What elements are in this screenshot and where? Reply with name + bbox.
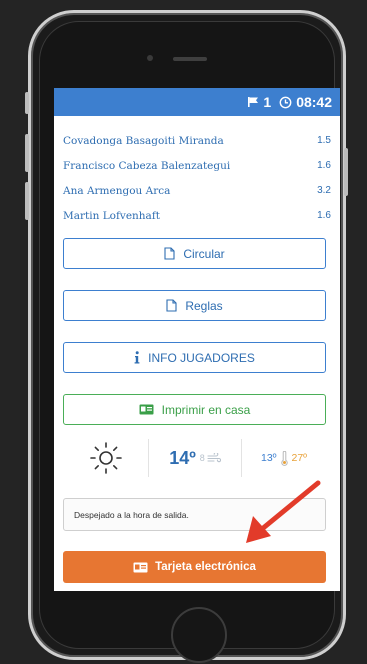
weather-panel: 14º 8 13º 27º bbox=[63, 433, 326, 483]
player-handicap: 1.6 bbox=[317, 160, 331, 171]
player-list: Covadonga Basagoiti Miranda 1.5 Francisc… bbox=[54, 116, 340, 228]
player-name: Ana Armengou Arca bbox=[63, 184, 171, 197]
speaker bbox=[173, 57, 207, 61]
info-jugadores-label: INFO JUGADORES bbox=[148, 350, 255, 365]
imprimir-en-casa-button[interactable]: Imprimir en casa bbox=[63, 394, 326, 425]
player-handicap: 1.5 bbox=[317, 135, 331, 146]
clock-time: 08:42 bbox=[296, 94, 332, 110]
sun-icon bbox=[89, 442, 122, 474]
temperature: 14º bbox=[169, 447, 196, 468]
home-button[interactable] bbox=[171, 607, 227, 663]
player-name: Martin Lofvenhaft bbox=[63, 209, 160, 222]
tarjeta-electronica-label: Tarjeta electrónica bbox=[155, 561, 256, 573]
document-icon bbox=[164, 247, 175, 260]
power-button bbox=[344, 148, 348, 196]
id-card-icon bbox=[133, 562, 148, 572]
player-name: Covadonga Basagoiti Miranda bbox=[63, 134, 224, 147]
tarjeta-electronica-button[interactable]: Tarjeta electrónica bbox=[63, 551, 326, 583]
status-bar: 1 08:42 bbox=[54, 88, 340, 116]
player-name: Francisco Cabeza Balenzategui bbox=[63, 159, 231, 172]
player-handicap: 3.2 bbox=[317, 185, 331, 196]
list-item[interactable]: Francisco Cabeza Balenzategui 1.6 bbox=[63, 153, 331, 178]
info-icon bbox=[134, 351, 140, 364]
weather-condition bbox=[63, 433, 148, 483]
camera bbox=[147, 55, 153, 61]
weather-description: Despejado a la hora de salida. bbox=[63, 498, 326, 531]
weather-range: 13º 27º bbox=[242, 433, 326, 483]
thermometer-icon bbox=[280, 450, 288, 466]
id-card-icon bbox=[139, 404, 154, 415]
player-handicap: 1.6 bbox=[317, 210, 331, 221]
clock-icon bbox=[279, 96, 292, 108]
imprimir-en-casa-label: Imprimir en casa bbox=[161, 402, 251, 417]
wind-speed: 8 bbox=[199, 453, 205, 463]
list-item[interactable]: Martin Lofvenhaft 1.6 bbox=[63, 203, 331, 228]
document-icon bbox=[166, 299, 177, 312]
volume-up-button bbox=[25, 92, 29, 114]
temperature-max: 27º bbox=[291, 452, 308, 464]
app-screen: 1 08:42 Covadonga Basagoiti Miranda 1.5 … bbox=[54, 88, 340, 591]
reglas-button[interactable]: Reglas bbox=[63, 290, 326, 321]
list-item[interactable]: Covadonga Basagoiti Miranda 1.5 bbox=[63, 128, 331, 153]
temperature-min: 13º bbox=[260, 452, 277, 464]
weather-temperature: 14º 8 bbox=[149, 433, 241, 483]
volume-down-button bbox=[25, 134, 29, 172]
flag-count: 1 bbox=[263, 94, 272, 110]
flag-icon bbox=[248, 97, 259, 107]
reglas-label: Reglas bbox=[185, 298, 223, 313]
mute-switch bbox=[25, 182, 29, 220]
weather-description-text: Despejado a la hora de salida. bbox=[74, 509, 189, 520]
wind-icon bbox=[207, 453, 221, 463]
list-item[interactable]: Ana Armengou Arca 3.2 bbox=[63, 178, 331, 203]
circular-button[interactable]: Circular bbox=[63, 238, 326, 269]
info-jugadores-button[interactable]: INFO JUGADORES bbox=[63, 342, 326, 373]
circular-label: Circular bbox=[183, 246, 225, 261]
